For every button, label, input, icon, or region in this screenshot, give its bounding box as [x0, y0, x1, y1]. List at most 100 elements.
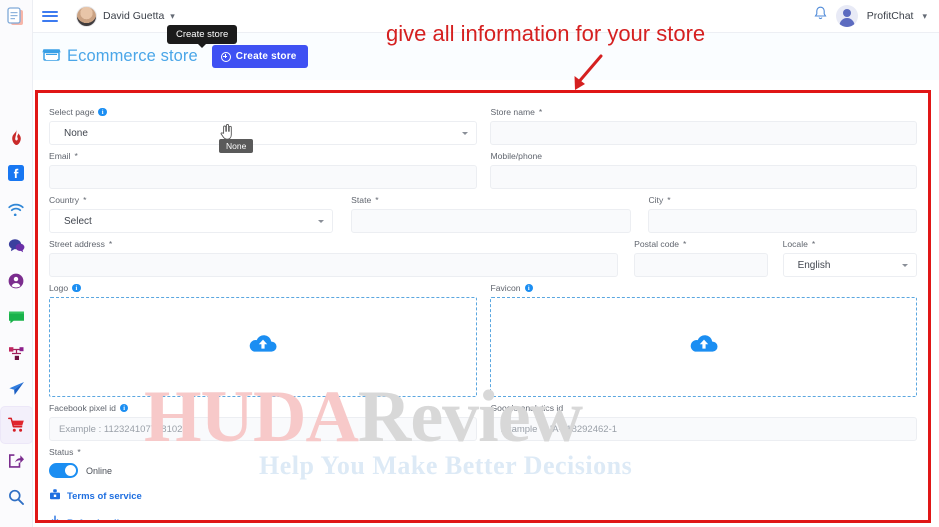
sidebar-item-chats[interactable] [1, 227, 32, 263]
create-store-tooltip: Create store [167, 25, 238, 44]
city-label: City * [648, 195, 671, 205]
country-label: Country * [49, 195, 87, 205]
field-country: Country * Select [49, 189, 334, 233]
field-favicon: Favicon i [490, 277, 917, 397]
field-mobile-phone: Mobile/phone [490, 145, 917, 189]
postal-code-input[interactable] [634, 253, 768, 277]
share-nodes-icon [8, 346, 25, 361]
sidebar-item-ecommerce-store[interactable] [0, 407, 32, 443]
user-menu[interactable]: David Guetta ▾ [76, 5, 175, 27]
user-name: David Guetta [103, 10, 165, 22]
field-facebook-pixel: Facebook pixel id i [49, 397, 478, 441]
sidebar-item-facebook[interactable] [1, 155, 32, 191]
info-icon-facebook-pixel[interactable]: i [119, 403, 129, 413]
refund-policy-link[interactable]: Refund policy [49, 514, 917, 523]
field-status: Status * Online [49, 441, 349, 478]
chevron-down-icon-select-page [462, 131, 469, 135]
topbar-right-group: ProfitChat ▾ [814, 5, 927, 27]
facebook-pixel-input[interactable] [49, 417, 478, 441]
status-toggle-label: Online [86, 465, 113, 476]
flame-icon [9, 129, 24, 146]
info-icon[interactable]: i [98, 107, 107, 117]
store-name-input[interactable] [490, 121, 917, 145]
status-label: Status * [49, 447, 81, 457]
left-icon-rail [0, 0, 33, 527]
country-value: Select [64, 215, 92, 227]
store-name-label: Store name * [490, 107, 543, 117]
form-row-6: Facebook pixel id i Google analytics id [49, 397, 917, 441]
state-label: State * [351, 195, 379, 205]
state-input[interactable] [351, 209, 632, 233]
chevron-down-icon-country [318, 219, 325, 223]
annotation-text: give all information for your store [386, 21, 706, 46]
sidebar-item-search[interactable] [1, 479, 32, 515]
chat-bubbles-icon [8, 238, 25, 253]
chevron-down-icon-account: ▾ [922, 10, 927, 21]
app-root: David Guetta ▾ ProfitChat ▾ Ecommerce st… [0, 0, 939, 527]
info-icon-favicon[interactable]: i [524, 283, 534, 293]
avatar [76, 5, 97, 27]
sidebar-item-flame[interactable] [1, 119, 32, 155]
sidebar-items [0, 119, 32, 515]
share-export-icon [8, 453, 24, 469]
search-icon [8, 489, 24, 505]
status-toggle[interactable] [49, 463, 78, 478]
logo-upload-dropzone[interactable] [49, 297, 478, 397]
mobile-phone-label: Mobile/phone [490, 151, 543, 161]
select-page-dropdown[interactable]: None [49, 121, 478, 145]
form-row-3: Country * Select State * City * [49, 189, 917, 233]
field-street-address: Street address * [49, 233, 619, 277]
form-row-2: Email * Mobile/phone [49, 145, 917, 189]
sidebar-item-account[interactable] [1, 263, 32, 299]
select-page-label: Select page i [49, 107, 477, 117]
sidebar-item-send[interactable] [1, 371, 32, 407]
city-input[interactable] [648, 209, 917, 233]
chat-logo-icon[interactable] [3, 5, 29, 31]
field-store-name: Store name * [490, 101, 917, 145]
cloud-upload-icon-favicon [689, 333, 719, 361]
country-dropdown[interactable]: Select [49, 209, 334, 233]
sidebar-item-messages[interactable] [1, 299, 32, 335]
email-input[interactable] [49, 165, 478, 189]
terms-of-service-link[interactable]: Terms of service [49, 487, 917, 505]
postal-code-label: Postal code * [634, 239, 687, 249]
sidebar-item-network[interactable] [1, 335, 32, 371]
info-icon-logo[interactable]: i [72, 283, 81, 293]
refund-policy-label: Refund policy [67, 517, 130, 523]
field-state: State * [351, 189, 632, 233]
form-row-4: Street address * Postal code * Locale * … [49, 233, 918, 277]
user-circle-icon [8, 273, 24, 289]
wifi-icon [7, 202, 25, 216]
create-store-button[interactable]: Create store [211, 45, 308, 68]
sidebar-item-wifi[interactable] [1, 191, 32, 227]
field-google-analytics: Google analytics id [490, 397, 917, 441]
field-email: Email * [49, 145, 478, 189]
shopping-cart-icon [7, 417, 25, 433]
mobile-phone-input[interactable] [490, 165, 917, 189]
google-analytics-input[interactable] [490, 417, 917, 441]
chevron-down-icon-locale [902, 263, 909, 267]
favicon-upload-dropzone[interactable] [490, 297, 917, 397]
facebook-icon [8, 165, 24, 181]
locale-dropdown[interactable]: English [782, 253, 918, 277]
store-form: Select page i None Store name * Email * … [38, 93, 928, 520]
email-label: Email * [49, 151, 78, 161]
logo-label: Logo i [49, 283, 477, 293]
form-row-1: Select page i None Store name * [49, 101, 917, 145]
hamburger-menu-icon[interactable] [42, 8, 58, 24]
street-address-input[interactable] [49, 253, 619, 277]
sidebar-item-share[interactable] [1, 443, 32, 479]
terms-of-service-label: Terms of service [67, 490, 142, 502]
cloud-upload-icon [248, 333, 278, 361]
facebook-pixel-label: Facebook pixel id i [49, 403, 477, 413]
favicon-label: Favicon i [490, 283, 917, 293]
street-address-label: Street address * [49, 239, 113, 249]
select-page-value: None [64, 127, 88, 139]
plus-circle-icon [220, 51, 231, 62]
terms-icon [49, 487, 61, 505]
chevron-down-icon: ▾ [170, 10, 175, 21]
notification-bell-icon[interactable] [814, 6, 827, 26]
storefront-icon [42, 46, 61, 68]
form-row-5: Logo i Favicon i [49, 277, 917, 397]
account-avatar[interactable] [835, 5, 858, 27]
